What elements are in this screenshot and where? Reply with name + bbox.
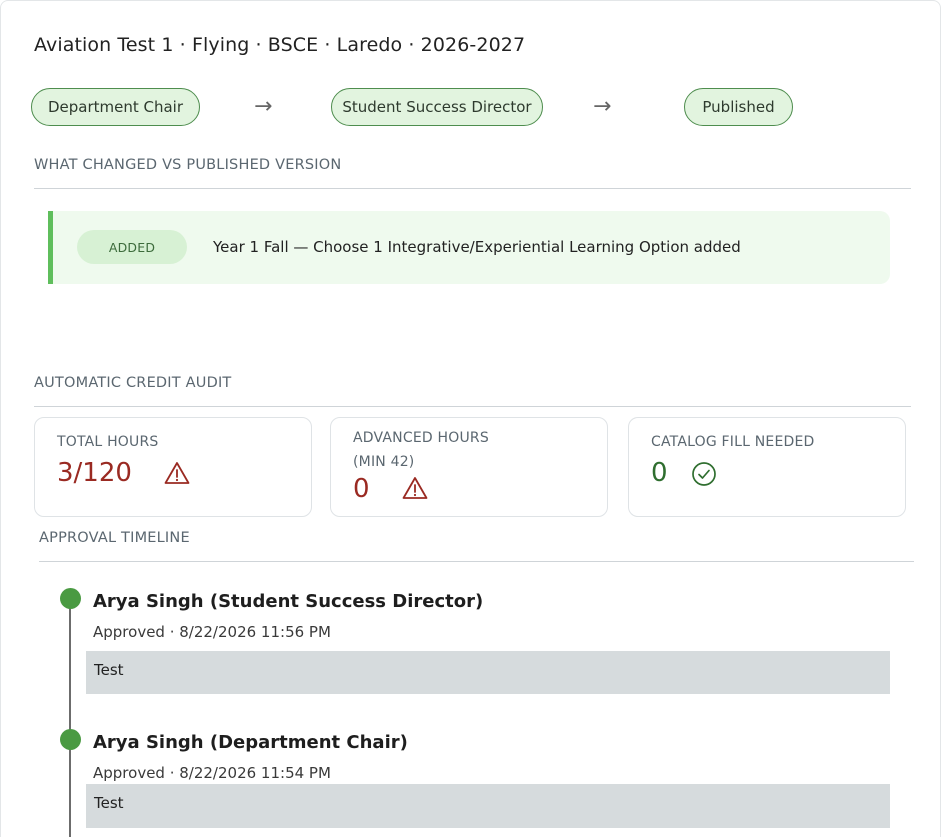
timeline-dot [60, 588, 81, 609]
approval-meta: Approved · 8/22/2026 11:54 PM [93, 764, 331, 782]
audit-label: CATALOG FILL NEEDED [651, 434, 815, 450]
workflow-step-department-chair[interactable]: Department Chair [31, 88, 200, 126]
warning-triangle-icon [402, 476, 428, 504]
timeline-section-label: APPROVAL TIMELINE [39, 530, 190, 546]
audit-card-total-hours: TOTAL HOURS 3/120 [34, 417, 312, 517]
audit-value: 0 [651, 458, 668, 488]
approval-meta: Approved · 8/22/2026 11:56 PM [93, 623, 331, 641]
workflow-step-published[interactable]: Published [684, 88, 793, 126]
divider [39, 561, 914, 562]
page-title: Aviation Test 1 · Flying · BSCE · Laredo… [34, 34, 526, 56]
divider [34, 188, 911, 189]
added-badge: ADDED [77, 230, 187, 264]
approver-name: Arya Singh (Student Success Director) [93, 591, 484, 612]
change-item: ADDED Year 1 Fall — Choose 1 Integrative… [48, 211, 890, 284]
approval-note: Test [86, 651, 890, 694]
audit-value: 3/120 [57, 458, 132, 488]
audit-card-advanced-hours: ADVANCED HOURS (MIN 42) 0 [330, 417, 608, 517]
warning-triangle-icon [164, 461, 190, 489]
page-frame: Aviation Test 1 · Flying · BSCE · Laredo… [0, 0, 941, 837]
audit-label: ADVANCED HOURS [353, 430, 489, 446]
audit-label: TOTAL HOURS [57, 434, 159, 450]
approver-name: Arya Singh (Department Chair) [93, 732, 408, 753]
timeline-dot [60, 729, 81, 750]
change-description: Year 1 Fall — Choose 1 Integrative/Exper… [213, 238, 741, 256]
arrow-right-icon: → [254, 94, 273, 119]
audit-sublabel: (MIN 42) [353, 454, 415, 470]
approval-note: Test [86, 784, 890, 828]
arrow-right-icon: → [593, 94, 612, 119]
check-circle-icon [691, 461, 717, 491]
divider [34, 406, 911, 407]
audit-section-label: AUTOMATIC CREDIT AUDIT [34, 375, 232, 391]
audit-card-catalog-fill: CATALOG FILL NEEDED 0 [628, 417, 906, 517]
workflow-step-student-success-director[interactable]: Student Success Director [331, 88, 543, 126]
audit-value: 0 [353, 474, 370, 504]
timeline-line [69, 598, 71, 837]
changes-section-label: WHAT CHANGED VS PUBLISHED VERSION [34, 157, 342, 173]
